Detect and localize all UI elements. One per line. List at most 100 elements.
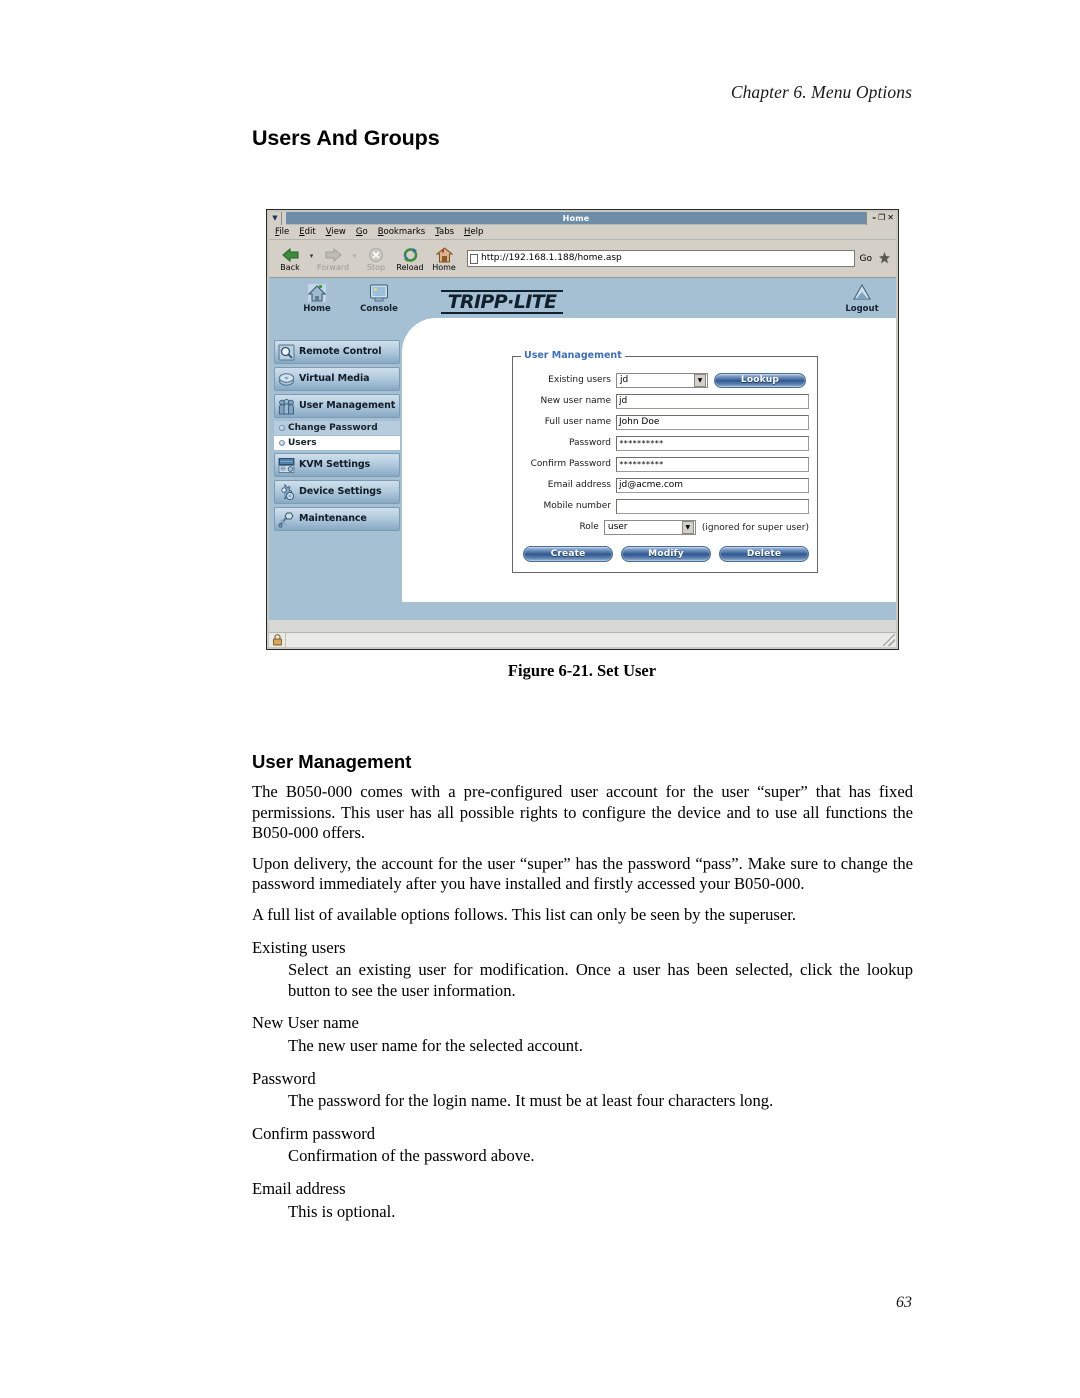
menu-bar: File Edit View Go Bookmarks Tabs Help xyxy=(269,225,896,240)
stop-button[interactable]: Stop xyxy=(359,246,393,272)
select-value: jd xyxy=(620,375,629,385)
minimize-button[interactable]: – xyxy=(872,214,876,222)
lookup-button[interactable]: Lookup xyxy=(714,373,806,388)
sidebar-item-label: User Management xyxy=(299,400,396,412)
logo-wordmark: TRIPP·LITE xyxy=(447,291,557,313)
input-value: ********** xyxy=(619,438,664,448)
mobile-number-input[interactable] xyxy=(616,499,809,514)
kvm-icon xyxy=(278,457,295,474)
sidebar-item-user-management[interactable]: User Management xyxy=(274,394,400,418)
delete-button[interactable]: Delete xyxy=(719,546,809,562)
section-title: User Management xyxy=(252,751,412,772)
stop-icon xyxy=(368,246,384,263)
users-icon xyxy=(278,398,295,415)
forward-arrow-icon xyxy=(324,246,343,263)
definition-term: Password xyxy=(252,1068,316,1088)
definition-description: The new user name for the selected accou… xyxy=(288,1035,583,1055)
reload-icon xyxy=(402,246,419,263)
bullet-icon xyxy=(279,425,285,431)
menu-item-view[interactable]: View xyxy=(326,228,346,237)
lookup-label: Lookup xyxy=(740,375,780,385)
close-button[interactable]: ✕ xyxy=(887,214,894,222)
field-confirm-password: Confirm Password ********** xyxy=(521,455,809,474)
security-lock-cell[interactable] xyxy=(269,632,286,648)
email-address-input[interactable]: jd@acme.com xyxy=(616,478,809,493)
app-logout-label: Logout xyxy=(845,304,879,314)
password-input[interactable]: ********** xyxy=(616,436,809,451)
app-home-button[interactable]: Home xyxy=(291,283,343,314)
field-password: Password ********** xyxy=(521,434,809,453)
definition-description: The password for the login name. It must… xyxy=(288,1091,774,1111)
window-controls: – ❐ ✕ xyxy=(869,211,896,225)
address-bar-value: http://192.168.1.188/home.asp xyxy=(481,253,622,263)
definition-term: Confirm password xyxy=(252,1123,376,1143)
app-logout-button[interactable]: Logout xyxy=(836,283,888,314)
browser-toolbar: Back ▾ Forward ▾ Stop Reload Home http:/… xyxy=(269,240,896,278)
forward-history-dropdown[interactable]: ▾ xyxy=(350,252,359,260)
field-email-address: Email address jd@acme.com xyxy=(521,476,809,495)
menu-item-bookmarks[interactable]: Bookmarks xyxy=(378,228,426,237)
address-bar[interactable]: http://192.168.1.188/home.asp xyxy=(467,250,855,267)
go-button[interactable]: Go xyxy=(860,254,872,264)
confirm-password-input[interactable]: ********** xyxy=(616,457,809,472)
sidebar-item-maintenance[interactable]: Maintenance xyxy=(274,507,400,531)
sidebar-item-kvm-settings[interactable]: KVM Settings xyxy=(274,453,400,477)
sidebar-item-remote-control[interactable]: Remote Control xyxy=(274,340,400,364)
reload-label: Reload xyxy=(396,262,424,272)
back-button[interactable]: Back xyxy=(273,246,307,272)
app-console-button[interactable]: Console xyxy=(353,283,405,314)
field-label: Password xyxy=(568,438,611,448)
back-arrow-icon xyxy=(281,246,300,263)
window-title: Home xyxy=(562,213,590,223)
bullet-icon xyxy=(279,440,285,446)
field-mobile-number: Mobile number xyxy=(521,497,809,516)
sidebar-item-device-settings[interactable]: Device Settings xyxy=(274,480,400,504)
maximize-button[interactable]: ❐ xyxy=(878,214,885,222)
house-icon xyxy=(307,283,327,303)
document-page: Chapter 6. Menu Options Users And Groups… xyxy=(0,0,1080,1398)
page-number: 63 xyxy=(896,1294,912,1311)
field-new-user-name: New user name jd xyxy=(521,392,809,411)
sidebar-subitem-change-password[interactable]: Change Password xyxy=(274,421,400,435)
menu-item-tabs[interactable]: Tabs xyxy=(435,228,454,237)
new-user-name-input[interactable]: jd xyxy=(616,394,809,409)
tools-icon xyxy=(278,511,295,528)
modify-button[interactable]: Modify xyxy=(621,546,711,562)
running-head: Chapter 6. Menu Options xyxy=(730,82,912,102)
create-label: Create xyxy=(550,548,586,559)
form-actions: Create Modify Delete xyxy=(521,546,809,562)
select-value: user xyxy=(607,522,628,532)
page-title: Users And Groups xyxy=(252,126,440,150)
full-user-name-input[interactable]: John Doe xyxy=(616,415,809,430)
menu-item-file[interactable]: File xyxy=(275,228,289,237)
existing-users-select[interactable]: jd ▼ xyxy=(616,373,708,388)
content-pane: User Management Existing users jd ▼ Look… xyxy=(402,318,896,602)
chevron-down-icon: ▼ xyxy=(681,521,694,534)
forward-button[interactable]: Forward xyxy=(316,246,350,272)
create-button[interactable]: Create xyxy=(523,546,613,562)
field-label: Full user name xyxy=(544,417,611,427)
throbber-icon xyxy=(876,250,892,268)
role-select[interactable]: user ▼ xyxy=(603,520,696,535)
menu-item-edit[interactable]: Edit xyxy=(299,228,315,237)
window-menu-icon[interactable]: ▼ xyxy=(269,211,282,225)
resize-grip[interactable] xyxy=(883,634,895,646)
home-toolbar-button[interactable]: Home xyxy=(427,246,461,272)
reload-button[interactable]: Reload xyxy=(393,246,427,272)
window-titlebar: ▼ Home – ❐ ✕ xyxy=(269,211,896,225)
figure-caption: Figure 6-21. Set User xyxy=(507,661,657,680)
menu-item-help[interactable]: Help xyxy=(464,228,483,237)
field-label: Mobile number xyxy=(543,501,611,511)
tripp-lite-logo: TRIPP·LITE xyxy=(441,290,563,320)
back-history-dropdown[interactable]: ▾ xyxy=(307,252,316,260)
role-note: (ignored for super user) xyxy=(701,522,809,533)
sidebar-subitem-users[interactable]: Users xyxy=(274,436,400,450)
sidebar-item-virtual-media[interactable]: Virtual Media xyxy=(274,367,400,391)
paragraph: Upon delivery, the account for the user … xyxy=(252,853,913,894)
chevron-down-icon: ▼ xyxy=(694,374,706,387)
browser-screenshot-figure: ▼ Home – ❐ ✕ File Edit View Go Bookmarks… xyxy=(266,209,899,650)
menu-item-go[interactable]: Go xyxy=(356,228,368,237)
body-content: The B050-000 comes with a pre-configured… xyxy=(252,782,913,1222)
sidebar-item-label: Device Settings xyxy=(299,486,382,498)
logout-icon xyxy=(852,283,872,303)
